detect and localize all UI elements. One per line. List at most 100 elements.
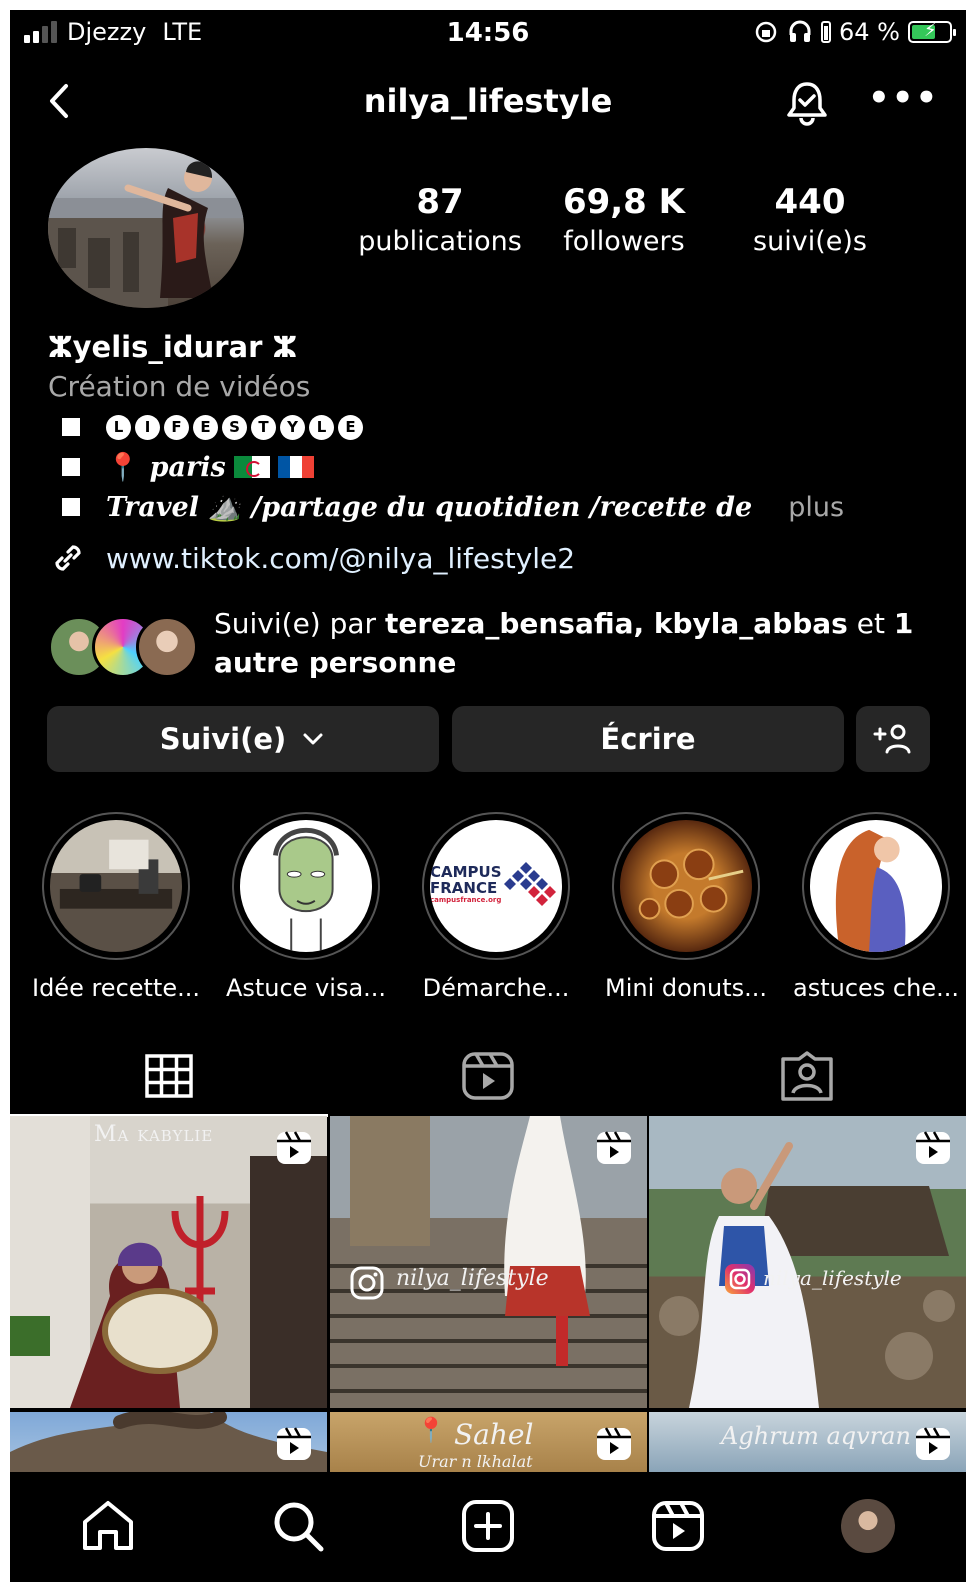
- notification-bell-icon[interactable]: [780, 76, 834, 130]
- hair-illustration: [835, 829, 906, 952]
- instagram-logo-icon: [725, 1264, 755, 1294]
- reels-badge-icon: [277, 1131, 311, 1164]
- message-button-label: Écrire: [600, 722, 696, 756]
- reels-badge-icon: [916, 1427, 950, 1460]
- bio-line-3: Travel ⛰️ /partage du quotidien /recette…: [48, 491, 948, 523]
- nav-search[interactable]: [268, 1496, 328, 1556]
- stat-followers-label: followers: [563, 226, 685, 257]
- highlight-face-mask-image: [240, 820, 372, 952]
- post-thumbnail[interactable]: Aghrum aqvran: [649, 1412, 966, 1472]
- reels-badge-icon: [916, 1131, 950, 1164]
- profile-avatar[interactable]: [48, 148, 244, 308]
- nav-create[interactable]: [458, 1496, 518, 1556]
- reels-badge-icon: [277, 1427, 311, 1460]
- algeria-flag-icon: [233, 456, 270, 478]
- post-overlay-title: Sahel: [454, 1418, 534, 1451]
- post-thumbnail[interactable]: [10, 1412, 327, 1472]
- bio-link[interactable]: www.tiktok.com/@nilya_lifestyle2: [48, 538, 575, 578]
- suggested-people-button[interactable]: [856, 706, 930, 772]
- highlight-donuts[interactable]: Mini donuts...: [596, 812, 776, 1002]
- tab-reels[interactable]: [329, 1036, 647, 1116]
- link-icon: [55, 545, 81, 571]
- highlight-recipe[interactable]: Idée recette...: [26, 812, 206, 1002]
- highlight-hair-tips[interactable]: astuces che...: [786, 812, 966, 1002]
- highlight-label: Idée recette...: [31, 974, 200, 1002]
- bubble-letter: L: [309, 414, 334, 440]
- highlight-hair-image: [810, 820, 942, 952]
- bio-line-2: 📍 paris: [48, 451, 948, 483]
- stat-followers-value: 69,8 K: [562, 182, 686, 222]
- bio-more-link[interactable]: plus: [788, 492, 844, 523]
- face-mask-illustration: [273, 828, 339, 952]
- bullet-square-icon: [62, 418, 80, 436]
- profile-bio: ⵣyelis_idurar ⵣ Création de vidéos LIFES…: [48, 330, 948, 523]
- post-thumbnail[interactable]: Ma kabylie: [10, 1116, 327, 1408]
- instagram-profile-screen: Djezzy LTE 14:56 64 % ⚡ nilya_lifestyle …: [10, 10, 966, 1582]
- pin-icon: 📍: [106, 452, 140, 483]
- nav-reels[interactable]: [648, 1496, 708, 1556]
- bubble-letter: Y: [280, 414, 305, 440]
- bullet-square-icon: [62, 498, 80, 516]
- post-thumbnail[interactable]: 📍 Sahel Urar n lkhalat: [330, 1412, 647, 1472]
- highlight-ring: [612, 812, 760, 960]
- post-overlay-handle: nilya_lifestyle: [396, 1266, 549, 1291]
- highlight-label: Mini donuts...: [604, 974, 768, 1002]
- post-thumbnail[interactable]: nilya_lifestyle: [330, 1116, 647, 1408]
- highlight-kitchen-image: [50, 820, 182, 952]
- message-button[interactable]: Écrire: [452, 706, 844, 772]
- campus-line-2: FRANCE: [430, 879, 498, 897]
- avatar-photo: [48, 161, 244, 308]
- display-name: ⵣyelis_idurar ⵣ: [48, 330, 298, 364]
- post-overlay-title: Aghrum aqvran: [721, 1422, 911, 1450]
- stat-following-value: 440: [774, 182, 846, 222]
- post-overlay-subtitle: Urar n lkhalat: [418, 1452, 533, 1471]
- stat-posts[interactable]: 87 publications: [352, 182, 528, 257]
- nav-home[interactable]: [78, 1496, 138, 1556]
- stat-followers[interactable]: 69,8 K followers: [548, 182, 700, 257]
- more-icon[interactable]: •••: [868, 81, 939, 115]
- home-icon: [83, 1501, 133, 1550]
- highlight-ring: CAMPUS FRANCE campusfrance.org: [422, 812, 570, 960]
- bullet-square-icon: [62, 458, 80, 476]
- add-person-icon: [873, 724, 911, 754]
- tab-posts[interactable]: [10, 1036, 328, 1117]
- grid-icon: [145, 1054, 193, 1098]
- bubble-letter: L: [106, 414, 131, 440]
- bio-travel-text: Travel ⛰️ /partage du quotidien /recette…: [106, 492, 753, 523]
- following-button-label: Suivi(e): [159, 722, 287, 756]
- donuts-plate: [638, 848, 744, 920]
- pin-icon: 📍: [416, 1416, 446, 1444]
- kitchen-scene: [59, 839, 173, 909]
- category-label: Création de vidéos: [48, 370, 311, 403]
- post-overlay-title: Ma kabylie: [94, 1122, 214, 1147]
- tagged-icon: [781, 1051, 833, 1101]
- post-thumbnail[interactable]: nilya_lifestyle: [649, 1116, 966, 1408]
- nav-profile[interactable]: [838, 1496, 898, 1556]
- bubble-letter: T: [251, 414, 276, 440]
- search-icon: [274, 1502, 324, 1552]
- following-button[interactable]: Suivi(e): [47, 706, 439, 772]
- top-bar: nilya_lifestyle •••: [10, 62, 966, 142]
- stat-posts-value: 87: [416, 182, 464, 222]
- battery-icon: ⚡: [908, 20, 956, 43]
- stat-following-label: suivi(e)s: [753, 226, 867, 257]
- highlight-label: astuces che...: [793, 974, 959, 1002]
- stat-following[interactable]: 440 suivi(e)s: [732, 182, 888, 257]
- france-flag-icon: [277, 456, 314, 478]
- headphones-icon: [789, 20, 811, 42]
- highlight-demarche[interactable]: CAMPUS FRANCE campusfrance.org Démarche.…: [406, 812, 586, 1002]
- profile-avatar: [841, 1499, 895, 1553]
- bio-line-1: LIFESTYLE: [48, 411, 948, 443]
- create-icon: [462, 1500, 514, 1552]
- bubble-letter: S: [222, 414, 247, 440]
- tab-tagged[interactable]: [648, 1036, 966, 1116]
- highlight-visa[interactable]: Astuce visa...: [216, 812, 396, 1002]
- follower-avatar: [136, 616, 198, 678]
- followed-by[interactable]: Suivi(e) par tereza_bensafia, kbyla_abba…: [48, 604, 948, 684]
- bottom-nav: [10, 1472, 966, 1582]
- followed-by-text: Suivi(e) par tereza_bensafia, kbyla_abba…: [214, 604, 954, 682]
- highlight-ring: [232, 812, 380, 960]
- campus-line-1: CAMPUS: [430, 863, 502, 881]
- bubble-letter: F: [164, 414, 189, 440]
- highlight-label: Démarche...: [422, 974, 570, 1002]
